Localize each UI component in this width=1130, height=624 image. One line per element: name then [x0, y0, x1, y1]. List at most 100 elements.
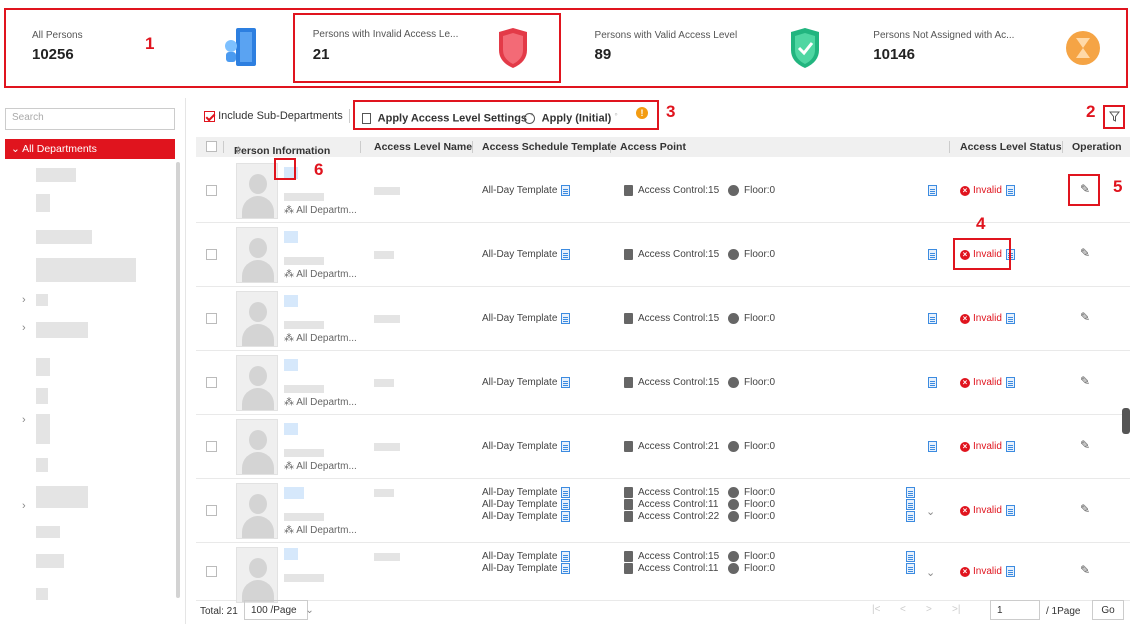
tree-item-all-departments[interactable]: ⌄ All Departments [5, 139, 175, 159]
first-page-icon[interactable]: |< [872, 604, 880, 615]
document-icon[interactable] [928, 441, 937, 452]
document-icon[interactable] [561, 487, 571, 498]
schedule-template[interactable]: All-Day Template [482, 499, 571, 510]
tree-item-blurred[interactable] [36, 168, 76, 182]
tree-item-blurred[interactable] [36, 388, 48, 404]
tree-item-blurred[interactable] [36, 486, 88, 508]
edit-icon[interactable]: ✎ [1080, 438, 1090, 452]
search-input[interactable]: Search [5, 108, 175, 130]
schedule-template[interactable]: All-Day Template [482, 249, 571, 260]
person-name-blurred[interactable] [284, 295, 298, 307]
person-name-blurred[interactable] [284, 487, 304, 499]
tree-item-blurred[interactable] [36, 554, 64, 568]
document-icon[interactable] [1005, 185, 1015, 196]
tree-item-blurred[interactable] [36, 230, 92, 244]
document-icon[interactable] [561, 511, 571, 522]
chevron-down-icon[interactable]: ⌄ [926, 566, 935, 579]
document-icon[interactable] [906, 551, 915, 562]
sidebar-scrollbar[interactable] [176, 162, 180, 598]
next-page-icon[interactable]: > [926, 604, 932, 615]
row-checkbox[interactable] [206, 505, 217, 516]
tree-item-blurred[interactable] [36, 588, 48, 600]
status-badge[interactable]: × Invalid [960, 313, 1015, 324]
chevron-right-icon[interactable]: › [22, 322, 26, 334]
include-sub-departments[interactable]: Include Sub-Departments [204, 110, 343, 122]
schedule-template[interactable]: All-Day Template [482, 313, 571, 324]
edit-icon[interactable]: ✎ [1080, 563, 1090, 577]
sort-icon[interactable]: ⇕ [234, 145, 243, 157]
document-icon[interactable] [1005, 441, 1015, 452]
document-icon[interactable] [928, 313, 937, 324]
schedule-template[interactable]: All-Day Template [482, 487, 571, 498]
prev-page-icon[interactable]: < [900, 604, 906, 615]
tree-item-blurred[interactable] [36, 414, 50, 444]
tree-item-blurred[interactable] [36, 194, 50, 212]
document-icon[interactable] [1005, 377, 1015, 388]
tree-item-blurred[interactable] [36, 258, 136, 282]
schedule-template[interactable]: All-Day Template [482, 377, 571, 388]
status-badge[interactable]: × Invalid [960, 441, 1015, 452]
table-row[interactable]: ⁂ All Departm... All-Day Template Access C… [196, 415, 1130, 479]
status-badge[interactable]: × Invalid [960, 566, 1015, 577]
document-icon[interactable] [561, 441, 571, 452]
last-page-icon[interactable]: >| [952, 604, 960, 615]
table-row[interactable]: ⁂ All Departm... All-Day Template Access C… [196, 159, 1130, 223]
tree-item-blurred[interactable] [36, 358, 50, 376]
stat-valid-access[interactable]: Persons with Valid Access Level 89 [569, 10, 848, 86]
stat-not-assigned[interactable]: Persons Not Assigned with Ac... 10146 [847, 10, 1126, 86]
document-icon[interactable] [561, 563, 571, 574]
edit-icon[interactable]: ✎ [1080, 374, 1090, 388]
person-name-blurred[interactable] [284, 548, 298, 560]
row-checkbox[interactable] [206, 185, 217, 196]
select-all-checkbox[interactable] [206, 141, 217, 152]
row-checkbox[interactable] [206, 249, 217, 260]
table-row[interactable]: ⁂ All Departm... All-Day Template Access C… [196, 479, 1130, 543]
schedule-template[interactable]: All-Day Template [482, 563, 571, 574]
document-icon[interactable] [928, 185, 937, 196]
status-badge[interactable]: × Invalid [960, 505, 1015, 516]
chevron-right-icon[interactable]: › [22, 500, 26, 512]
document-icon[interactable] [906, 511, 915, 522]
document-icon[interactable] [1005, 313, 1015, 324]
side-handle[interactable] [1122, 408, 1130, 434]
document-icon[interactable] [1005, 566, 1015, 577]
document-icon[interactable] [561, 185, 571, 196]
edit-icon[interactable]: ✎ [1080, 502, 1090, 516]
document-icon[interactable] [906, 499, 915, 510]
chevron-down-icon[interactable]: ⌄ [926, 505, 935, 518]
edit-icon[interactable]: ✎ [1080, 246, 1090, 260]
document-icon[interactable] [561, 551, 571, 562]
status-badge[interactable]: × Invalid [960, 377, 1015, 388]
stat-invalid-access[interactable]: Persons with Invalid Access Le... 21 [292, 13, 561, 83]
document-icon[interactable] [561, 377, 571, 388]
page-size-select[interactable]: 100 /Page ⌄ [244, 600, 314, 620]
schedule-template[interactable]: All-Day Template [482, 185, 571, 196]
person-name-blurred[interactable] [284, 423, 298, 435]
schedule-template[interactable]: All-Day Template [482, 441, 571, 452]
schedule-template[interactable]: All-Day Template [482, 551, 571, 562]
chevron-right-icon[interactable]: › [22, 414, 26, 426]
person-name-blurred[interactable] [284, 231, 298, 243]
table-row[interactable]: All-Day Template Access Control:15 Floor:0… [196, 543, 1130, 603]
go-button[interactable]: Go [1092, 600, 1124, 620]
include-sub-checkbox[interactable] [204, 110, 215, 122]
row-checkbox[interactable] [206, 377, 217, 388]
chevron-right-icon[interactable]: › [22, 294, 26, 306]
schedule-template[interactable]: All-Day Template [482, 511, 571, 522]
tree-item-blurred[interactable] [36, 526, 60, 538]
page-number-input[interactable]: 1 [990, 600, 1040, 620]
tree-item-blurred[interactable] [36, 322, 88, 338]
document-icon[interactable] [906, 563, 915, 574]
status-badge[interactable]: × Invalid [960, 185, 1015, 196]
person-name-blurred[interactable] [284, 359, 298, 371]
document-icon[interactable] [928, 377, 937, 388]
table-row[interactable]: ⁂ All Departm... All-Day Template Access C… [196, 351, 1130, 415]
document-icon[interactable] [906, 487, 915, 498]
edit-icon[interactable]: ✎ [1080, 310, 1090, 324]
chevron-down-icon[interactable]: ⌄ [11, 143, 20, 155]
document-icon[interactable] [561, 499, 571, 510]
document-icon[interactable] [928, 249, 937, 260]
document-icon[interactable] [561, 313, 571, 324]
row-checkbox[interactable] [206, 441, 217, 452]
document-icon[interactable] [561, 249, 571, 260]
